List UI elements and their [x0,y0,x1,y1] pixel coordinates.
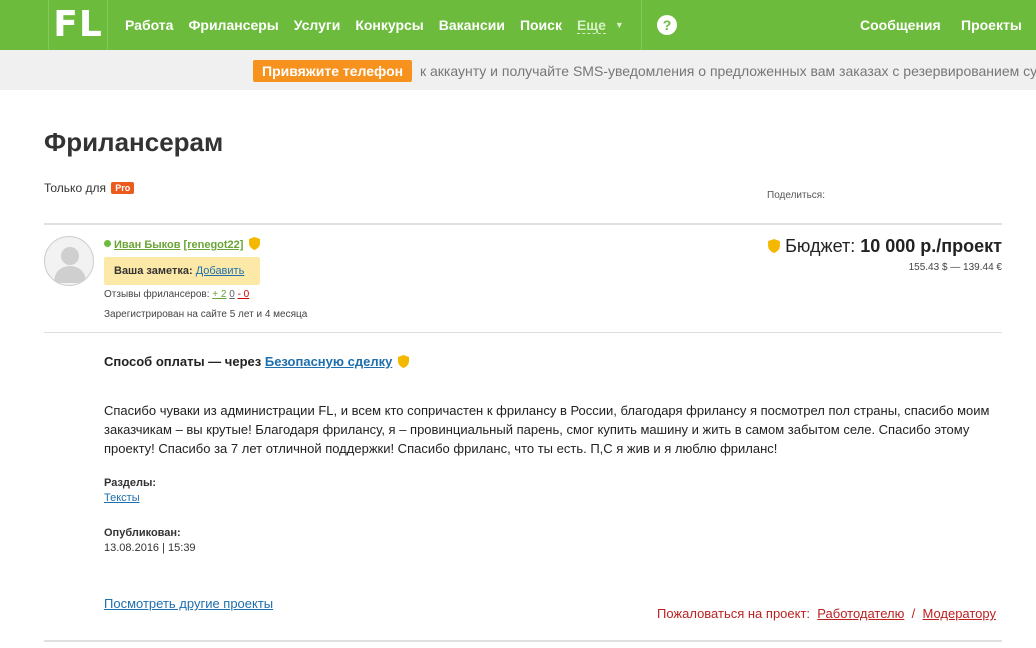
published-label: Опубликован: [104,527,181,539]
nav-item-work[interactable]: Работа [125,17,173,33]
budget: Бюджет: 10 000 р./проект [768,236,1002,257]
reviews-neutral[interactable]: 0 [229,289,235,300]
user-line: Иван Быков [renegot22] [104,237,260,251]
user-note: Ваша заметка: Добавить [104,257,260,285]
page-title: Фрилансерам [44,127,224,157]
avatar[interactable] [44,236,94,286]
verified-shield-icon [248,237,260,250]
divider [44,332,1002,333]
divider [44,223,1002,225]
other-projects-link[interactable]: Посмотреть другие проекты [104,596,273,611]
complain-separator: / [911,606,916,621]
complain-employer-link[interactable]: Работодателю [817,606,904,621]
note-label: Ваша заметка: [114,265,193,277]
published-value: 13.08.2016 | 15:39 [104,542,196,554]
user-silhouette-icon [54,247,86,283]
safe-deal-link[interactable]: Безопасную сделку [265,354,392,369]
complain-block: Пожаловаться на проект: Работодателю / М… [657,606,996,621]
phone-banner: Привяжите телефон к аккаунту и получайте… [0,50,1036,90]
project-description: Спасибо чуваки из администрации FL, и вс… [104,403,990,456]
nav-item-services[interactable]: Услуги [294,17,341,33]
nav-item-search[interactable]: Поиск [520,17,562,33]
freelancer-reviews: Отзывы фрилансеров: + 2 0 - 0 [104,289,249,300]
banner-text: к аккаунту и получайте SMS-уведомления о… [420,63,1036,79]
nav-item-more[interactable]: Еще [576,17,606,34]
section-texts-link[interactable]: Тексты [104,492,140,504]
only-for-pro: Только для Pro [44,181,135,195]
nav-messages-wrap: Сообщения [860,0,941,50]
pro-badge[interactable]: Pro [111,182,135,194]
nav-divider [641,0,642,50]
only-for-label: Только для [44,181,106,195]
fl-logo[interactable]: FL [48,0,108,50]
nav-item-contests[interactable]: Конкурсы [355,17,423,33]
sections-value-wrap: Тексты [104,492,140,504]
user-login-link[interactable]: [renegot22] [184,239,244,251]
payment-method: Способ оплаты — через Безопасную сделку [104,354,409,369]
user-name-link[interactable]: Иван Быков [114,239,180,251]
nav-projects[interactable]: Проекты [961,17,1022,33]
help-icon[interactable]: ? [657,15,677,35]
nav-item-freelancers[interactable]: Фрилансеры [188,17,278,33]
add-note-link[interactable]: Добавить [196,265,245,277]
top-navbar: FL Работа Фрилансеры Услуги Конкурсы Вак… [0,0,1036,50]
divider [44,640,1002,642]
safe-deal-shield-icon [768,239,781,253]
budget-amount: 10 000 р./проект [860,236,1002,256]
chevron-down-icon: ▼ [614,20,624,30]
complain-label: Пожаловаться на проект: [656,606,811,621]
safe-deal-shield-icon [397,355,409,368]
sections-label: Разделы: [104,477,157,489]
online-status-icon [104,240,111,247]
complain-moderator-link[interactable]: Модератору [922,606,996,621]
reviews-positive[interactable]: + 2 [212,289,226,300]
reviews-negative[interactable]: - 0 [238,289,250,300]
main-nav: Работа Фрилансеры Услуги Конкурсы Ваканс… [125,0,624,50]
share-label: Поделиться: [767,190,825,201]
reviews-label: Отзывы фрилансеров: [104,289,210,300]
nav-item-vacancies[interactable]: Вакансии [439,17,505,33]
nav-projects-wrap: Проекты [961,0,1022,50]
nav-messages[interactable]: Сообщения [860,17,941,33]
registered-duration: Зарегистрирован на сайте 5 лет и 4 месяц… [104,309,308,320]
payment-prefix: Способ оплаты — через [104,354,262,369]
budget-conversion: 155.43 $ — 139.44 € [908,262,1002,273]
bind-phone-button[interactable]: Привяжите телефон [253,60,413,82]
budget-label: Бюджет: [785,236,856,256]
